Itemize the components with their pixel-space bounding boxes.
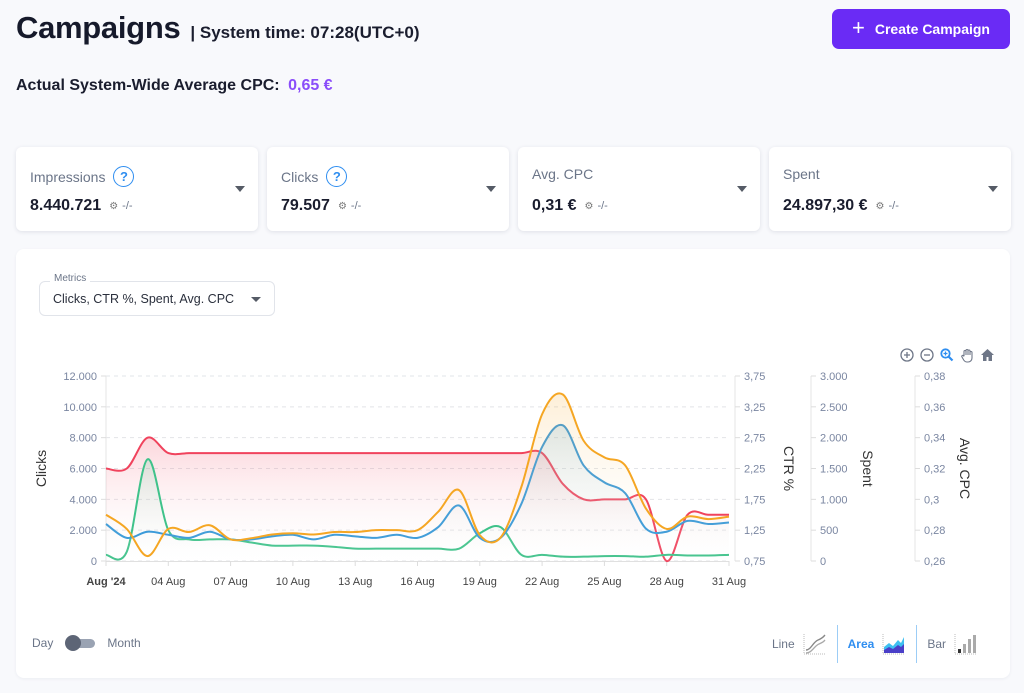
- campaign-chart[interactable]: 0 2.000 4.000 6.000 8.000 10.000 12.000 Clicks 0…: [16, 249, 1010, 609]
- kpi-value: 24.897,30 €: [783, 197, 868, 214]
- x-tick-label: 07 Aug: [213, 576, 247, 588]
- x-tick-label: 10 Aug: [276, 576, 310, 588]
- chevron-down-icon[interactable]: [235, 186, 245, 192]
- x-tick-label: 13 Aug: [338, 576, 372, 588]
- period-toggle-group: Day Month: [32, 635, 141, 651]
- kpi-comparison: -/-: [122, 200, 133, 212]
- y-tick-label-clicks: 10.000: [63, 402, 97, 414]
- help-icon[interactable]: ?: [326, 166, 348, 187]
- kpi-row: Impressions? 8.440.721 ⚙ -/- Clicks? 79.50…: [16, 147, 1011, 231]
- x-tick-label: 31 Aug: [712, 576, 746, 588]
- chart-type-switcher: Line Area Bar: [762, 625, 988, 663]
- y-tick-label-spent: 1.000: [820, 494, 848, 506]
- kpi-label: Spent: [783, 166, 820, 182]
- period-toggle[interactable]: [65, 635, 96, 651]
- y-tick-label-clicks: 8.000: [69, 433, 97, 445]
- kpi-card-impressions[interactable]: Impressions? 8.440.721 ⚙ -/-: [16, 147, 258, 231]
- kpi-card-clicks[interactable]: Clicks? 79.507 ⚙ -/-: [267, 147, 509, 231]
- page-header: Campaigns | System time: 07:28(UTC+0): [16, 10, 420, 46]
- kpi-comparison: -/-: [888, 200, 899, 212]
- y-tick-label-ctr: 2,25: [744, 464, 765, 476]
- kpi-value: 8.440.721: [30, 197, 102, 214]
- kpi-label: Impressions: [30, 168, 106, 185]
- x-tick-label: 04 Aug: [151, 576, 185, 588]
- avg-cpc-value: 0,65 €: [288, 77, 333, 94]
- kpi-value: 79.507: [281, 197, 330, 214]
- area-chart-icon: [882, 634, 906, 655]
- period-month-label: Month: [107, 636, 141, 650]
- y-tick-label-clicks: 0: [91, 556, 97, 568]
- help-icon[interactable]: ?: [113, 166, 135, 187]
- y-tick-label-avg_cpc: 0,28: [924, 525, 945, 537]
- x-tick-label: 25 Aug: [587, 576, 621, 588]
- kpi-card-avg-cpc[interactable]: Avg. CPC 0,31 € ⚙ -/-: [518, 147, 760, 231]
- kpi-label: Avg. CPC: [532, 166, 594, 182]
- y-tick-label-ctr: 2,75: [744, 433, 765, 445]
- kpi-card-spent[interactable]: Spent 24.897,30 € ⚙ -/-: [769, 147, 1011, 231]
- system-avg-cpc: Actual System-Wide Average CPC: 0,65 €: [16, 77, 333, 95]
- chart-card: Metrics Clicks, CTR %, Spent, Avg. CPC 0…: [16, 249, 1010, 678]
- chevron-down-icon[interactable]: [486, 186, 496, 192]
- page-title: Campaigns: [16, 10, 181, 45]
- y-tick-label-avg_cpc: 0,38: [924, 371, 945, 383]
- period-day-label: Day: [32, 636, 54, 650]
- chart-type-bar[interactable]: Bar: [917, 625, 988, 663]
- y-tick-label-avg_cpc: 0,3: [924, 494, 939, 506]
- kpi-value: 0,31 €: [532, 197, 577, 214]
- compare-icon: ⚙: [109, 200, 119, 212]
- chart-type-line-label: Line: [771, 637, 795, 651]
- y-tick-label-clicks: 2.000: [69, 525, 97, 537]
- y-tick-label-spent: 2.500: [820, 402, 848, 414]
- x-tick-label: 22 Aug: [525, 576, 559, 588]
- y-tick-label-avg_cpc: 0,34: [924, 433, 945, 445]
- x-tick-label: 19 Aug: [463, 576, 497, 588]
- kpi-comparison: -/-: [597, 200, 608, 212]
- chart-type-area[interactable]: Area: [838, 625, 917, 663]
- y-tick-label-ctr: 1,75: [744, 494, 765, 506]
- chart-type-line[interactable]: Line: [762, 625, 837, 663]
- y-axis-title-spent: Spent: [860, 450, 876, 487]
- kpi-label: Clicks: [281, 168, 319, 185]
- chart-type-area-label: Area: [847, 637, 875, 651]
- create-campaign-label: Create Campaign: [874, 21, 990, 37]
- x-tick-label: 16 Aug: [400, 576, 434, 588]
- compare-icon: ⚙: [337, 200, 347, 212]
- y-axis-title-ctr: CTR %: [781, 446, 797, 491]
- chevron-down-icon[interactable]: [988, 186, 998, 192]
- y-tick-label-ctr: 3,25: [744, 402, 765, 414]
- y-tick-label-spent: 3.000: [820, 371, 848, 383]
- y-tick-label-clicks: 6.000: [69, 464, 97, 476]
- y-tick-label-avg_cpc: 0,32: [924, 464, 945, 476]
- kpi-comparison: -/-: [350, 200, 362, 212]
- x-tick-label: Aug '24: [86, 576, 126, 588]
- system-time: | System time: 07:28(UTC+0): [190, 23, 420, 42]
- create-campaign-button[interactable]: + Create Campaign: [832, 9, 1010, 49]
- avg-cpc-label: Actual System-Wide Average CPC:: [16, 77, 280, 94]
- x-tick-label: 28 Aug: [650, 576, 684, 588]
- y-tick-label-ctr: 3,75: [744, 371, 765, 383]
- chevron-down-icon[interactable]: [737, 186, 747, 192]
- chart-type-bar-label: Bar: [927, 637, 946, 651]
- y-tick-label-avg_cpc: 0,36: [924, 402, 945, 414]
- y-tick-label-ctr: 1,25: [744, 525, 765, 537]
- y-tick-label-ctr: 0,75: [744, 556, 765, 568]
- y-tick-label-clicks: 12.000: [63, 371, 97, 383]
- compare-icon: ⚙: [875, 200, 885, 212]
- y-tick-label-spent: 500: [820, 525, 838, 537]
- y-tick-label-spent: 2.000: [820, 433, 848, 445]
- y-tick-label-clicks: 4.000: [69, 494, 97, 506]
- line-chart-icon: [803, 634, 826, 655]
- plus-icon: +: [851, 15, 865, 40]
- y-tick-label-spent: 0: [820, 556, 826, 568]
- bar-chart-icon: [954, 634, 977, 655]
- y-tick-label-avg_cpc: 0,26: [924, 556, 945, 568]
- compare-icon: ⚙: [584, 200, 594, 212]
- y-axis-title-avg_cpc: Avg. CPC: [957, 438, 973, 499]
- y-tick-label-spent: 1.500: [820, 464, 848, 476]
- y-axis-title-clicks: Clicks: [33, 450, 49, 487]
